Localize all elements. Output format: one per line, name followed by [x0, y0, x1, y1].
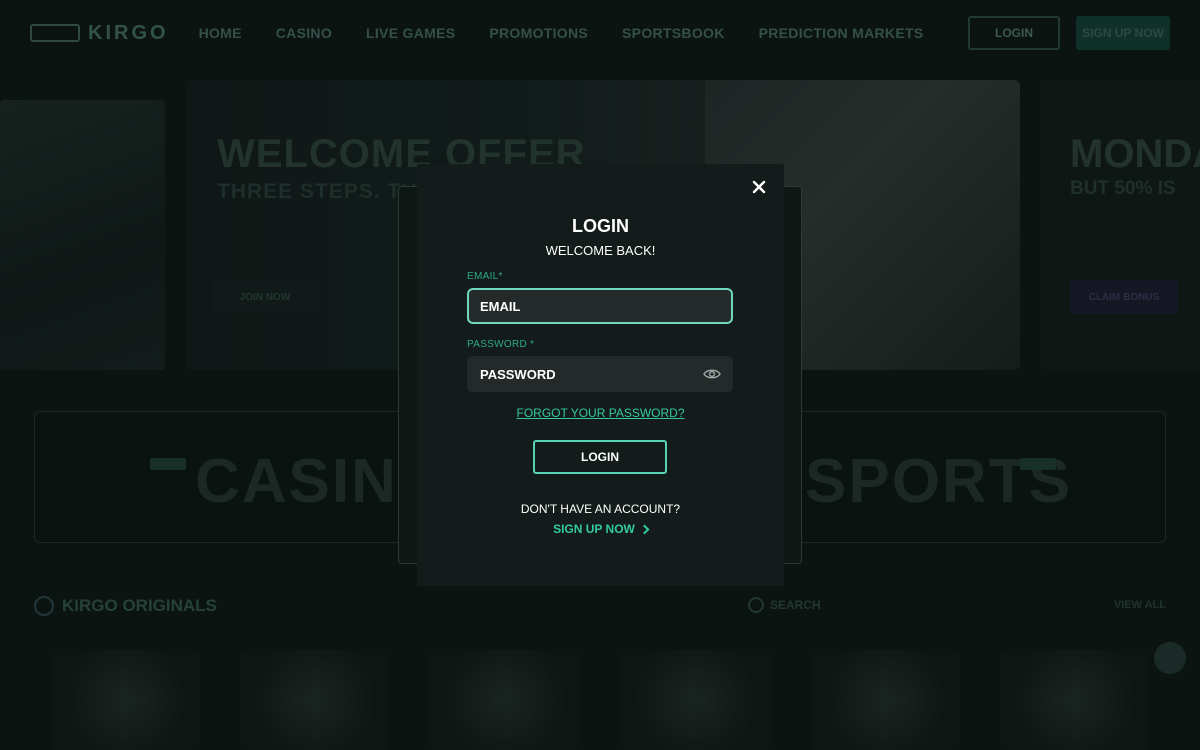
modal-title: LOGIN: [572, 216, 629, 236]
banner-tag: [1020, 458, 1056, 470]
hero-next-subtitle: BUT 50% IS: [1070, 178, 1176, 199]
email-label: EMAIL*: [467, 271, 503, 282]
banner-sports[interactable]: SPORTS: [805, 446, 1072, 517]
game-thumbnail[interactable]: [810, 650, 960, 750]
nav-link-live-games[interactable]: LIVE GAMES: [366, 25, 455, 41]
modal-subtitle: WELCOME BACK!: [545, 243, 656, 258]
game-thumbnail[interactable]: [620, 650, 770, 750]
game-thumbnail[interactable]: [430, 650, 580, 750]
originals-title: KIRGO ORIGINALS: [62, 596, 217, 615]
logo-mark-icon: [30, 24, 80, 42]
games-row: [40, 640, 1190, 750]
nav-link-promotions[interactable]: PROMOTIONS: [489, 25, 588, 41]
nav-link-casino[interactable]: CASINO: [276, 25, 332, 41]
hero-prev-slide[interactable]: [0, 100, 165, 370]
game-thumbnail[interactable]: [1000, 650, 1150, 750]
hero-join-button[interactable]: JOIN NOW: [211, 280, 319, 314]
hero-next-slide[interactable]: MONDAY BUT 50% IS CLAIM BONUS: [1040, 80, 1200, 370]
toggle-password-visibility[interactable]: [702, 365, 722, 383]
originals-icon: [34, 596, 54, 616]
nav-link-sportsbook[interactable]: SPORTSBOOK: [622, 25, 725, 41]
games-search[interactable]: SEARCH: [748, 597, 821, 613]
hero-next-button[interactable]: CLAIM BONUS: [1070, 280, 1178, 314]
search-icon: [748, 597, 764, 613]
banner-tag: [150, 458, 186, 470]
required-mark: *: [498, 271, 503, 282]
no-account-text: DON'T HAVE AN ACCOUNT?: [520, 502, 681, 516]
email-field[interactable]: [467, 288, 733, 324]
close-icon: [752, 180, 766, 194]
password-field[interactable]: [467, 356, 733, 392]
email-label-text: EMAIL: [467, 271, 499, 282]
nav-signup-button[interactable]: SIGN UP NOW: [1076, 16, 1170, 50]
signup-link[interactable]: SIGN UP NOW: [417, 522, 784, 536]
view-all-link[interactable]: VIEW ALL: [1114, 599, 1166, 611]
nav-links: HOME CASINO LIVE GAMES PROMOTIONS SPORTS…: [199, 25, 924, 41]
signup-link-label: SIGN UP NOW: [553, 522, 635, 536]
close-button[interactable]: [750, 178, 768, 196]
chat-icon[interactable]: [1154, 642, 1186, 674]
top-navigation: KIRGO HOME CASINO LIVE GAMES PROMOTIONS …: [0, 0, 1200, 66]
nav-auth-buttons: LOGIN SIGN UP NOW: [968, 16, 1170, 50]
required-mark: *: [530, 339, 535, 350]
eye-icon: [703, 369, 721, 379]
password-label: PASSWORD *: [467, 339, 534, 350]
logo[interactable]: KIRGO: [30, 22, 169, 45]
logo-text: KIRGO: [88, 21, 169, 44]
game-thumbnail[interactable]: [50, 650, 200, 750]
login-modal: LOGIN WELCOME BACK! EMAIL* PASSWORD * FO…: [417, 164, 784, 586]
hero-next-title: MONDAY: [1070, 132, 1200, 176]
originals-heading: KIRGO ORIGINALS: [34, 596, 217, 616]
login-submit-button[interactable]: LOGIN: [533, 440, 667, 474]
chevron-right-icon: [639, 524, 650, 534]
game-thumbnail[interactable]: [240, 650, 390, 750]
password-label-text: PASSWORD: [467, 339, 527, 350]
search-label: SEARCH: [770, 598, 821, 612]
forgot-password-link[interactable]: FORGOT YOUR PASSWORD?: [417, 406, 784, 420]
nav-link-prediction-markets[interactable]: PREDICTION MARKETS: [759, 25, 924, 41]
nav-link-home[interactable]: HOME: [199, 25, 242, 41]
nav-login-button[interactable]: LOGIN: [968, 16, 1060, 50]
